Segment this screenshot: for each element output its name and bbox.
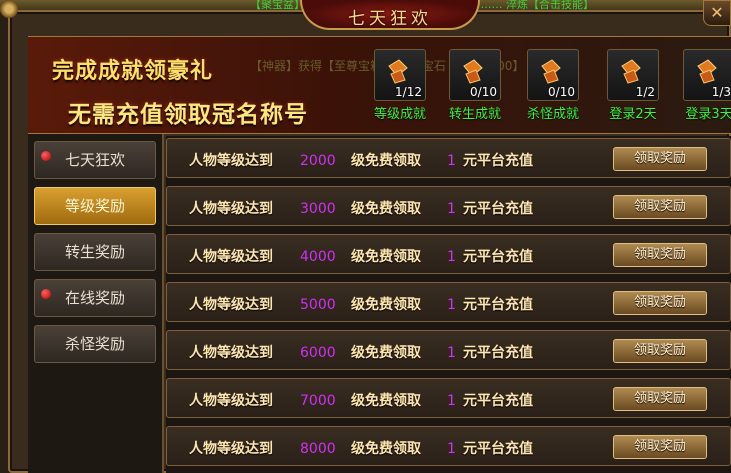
reward-row: 人物等级达到 4000 级免费领取 1 元平台充值 领取奖励 [166, 234, 731, 274]
reward-amount: 1 [447, 297, 456, 313]
close-icon: ✕ [710, 3, 724, 22]
close-button[interactable]: ✕ [703, 0, 731, 26]
reward-row: 人物等级达到 3000 级免费领取 1 元平台充值 领取奖励 [166, 186, 731, 226]
reward-suffix: 元平台充值 [463, 441, 533, 457]
achievement-label: 等级成就 [373, 107, 426, 122]
claim-reward-button[interactable]: 领取奖励 [613, 339, 707, 363]
notification-dot-icon [41, 151, 51, 161]
achievement-progress: 1/12 [395, 85, 422, 99]
achievement-slot[interactable]: 0/10 杀怪成就 [518, 49, 588, 122]
reward-suffix: 元平台充值 [463, 297, 533, 313]
reward-prefix: 人物等级达到 [189, 393, 273, 409]
reward-prefix: 人物等级达到 [189, 345, 273, 361]
reward-level: 3000 [300, 201, 336, 217]
claim-reward-button[interactable]: 领取奖励 [613, 243, 707, 267]
achievement-slot[interactable]: 0/10 转生成就 [440, 49, 510, 122]
achievement-progress: 0/10 [470, 85, 497, 99]
reward-prefix: 人物等级达到 [189, 153, 273, 169]
sidebar-tab[interactable]: 等级奖励 [34, 187, 156, 225]
sidebar-tab-label: 等级奖励 [64, 197, 125, 215]
claim-reward-button[interactable]: 领取奖励 [613, 387, 707, 411]
reward-row: 人物等级达到 2000 级免费领取 1 元平台充值 领取奖励 [166, 138, 731, 178]
achievement-label: 杀怪成就 [526, 107, 579, 122]
reward-row: 人物等级达到 5000 级免费领取 1 元平台充值 领取奖励 [166, 282, 731, 322]
achievement-label: 登录2天 [609, 107, 657, 122]
reward-suffix: 元平台充值 [463, 249, 533, 265]
reward-scroll-icon [463, 59, 483, 84]
achievement-label: 转生成就 [448, 107, 501, 122]
reward-suffix: 元平台充值 [463, 201, 533, 217]
reward-mid: 级免费领取 [351, 297, 421, 313]
reward-amount: 1 [447, 201, 456, 217]
reward-level: 5000 [300, 297, 336, 313]
reward-list: 人物等级达到 2000 级免费领取 1 元平台充值 领取奖励 人物等级达到 3000 级免费领取… [166, 136, 731, 473]
claim-reward-button[interactable]: 领取奖励 [613, 147, 707, 171]
reward-amount: 1 [447, 345, 456, 361]
banner-subheadline: 无需充值领取冠名称号 [68, 102, 308, 128]
reward-amount: 1 [447, 393, 456, 409]
sidebar-tab[interactable]: 转生奖励 [34, 233, 156, 271]
claim-reward-button[interactable]: 领取奖励 [613, 435, 707, 459]
reward-prefix: 人物等级达到 [189, 201, 273, 217]
reward-mid: 级免费领取 [351, 393, 421, 409]
achievement-progress: 1/2 [635, 85, 655, 99]
sidebar-tab-label: 转生奖励 [64, 243, 125, 261]
reward-scroll-icon [697, 59, 717, 84]
reward-prefix: 人物等级达到 [189, 297, 273, 313]
banner-headline: 完成成就领豪礼 [52, 59, 214, 84]
achievement-icon-box[interactable]: 1/3 [683, 49, 731, 101]
sidebar-tab-label: 在线奖励 [64, 289, 125, 307]
sidebar-tab[interactable]: 在线奖励 [34, 279, 156, 317]
sidebar-tab-label: 杀怪奖励 [64, 335, 125, 353]
notification-dot-icon [41, 289, 51, 299]
reward-suffix: 元平台充值 [463, 345, 533, 361]
claim-reward-button[interactable]: 领取奖励 [613, 291, 707, 315]
sidebar-tab[interactable]: 七天狂欢 [34, 141, 156, 179]
reward-mid: 级免费领取 [351, 153, 421, 169]
reward-prefix: 人物等级达到 [189, 249, 273, 265]
reward-mid: 级免费领取 [351, 441, 421, 457]
reward-scroll-icon [388, 59, 408, 84]
achievement-label: 登录3天 [685, 107, 731, 122]
achievement-icon-box[interactable]: 0/10 [449, 49, 501, 101]
reward-scroll-icon [541, 59, 561, 84]
reward-amount: 1 [447, 441, 456, 457]
reward-amount: 1 [447, 153, 456, 169]
reward-mid: 级免费领取 [351, 249, 421, 265]
achievement-slot[interactable]: 1/12 等级成就 [365, 49, 435, 122]
reward-prefix: 人物等级达到 [189, 441, 273, 457]
achievement-progress: 0/10 [548, 85, 575, 99]
reward-suffix: 元平台充值 [463, 393, 533, 409]
window-title: 七天狂欢 [348, 9, 432, 29]
reward-level: 6000 [300, 345, 336, 361]
reward-mid: 级免费领取 [351, 201, 421, 217]
reward-level: 7000 [300, 393, 336, 409]
sidebar-tab-label: 七天狂欢 [64, 151, 125, 169]
reward-level: 8000 [300, 441, 336, 457]
reward-level: 2000 [300, 153, 336, 169]
window-title-plate: 七天狂欢 [300, 0, 480, 30]
achievement-slot[interactable]: 1/3 登录3天 [674, 49, 731, 122]
achievement-icon-box[interactable]: 1/12 [374, 49, 426, 101]
sidebar: 七天狂欢等级奖励转生奖励在线奖励杀怪奖励 [28, 134, 164, 473]
achievement-slot[interactable]: 1/2 登录2天 [598, 49, 668, 122]
reward-level: 4000 [300, 249, 336, 265]
corner-ornament-icon [0, 0, 18, 18]
achievement-progress: 1/3 [711, 85, 731, 99]
reward-row: 人物等级达到 8000 级免费领取 1 元平台充值 领取奖励 [166, 426, 731, 466]
reward-row: 人物等级达到 6000 级免费领取 1 元平台充值 领取奖励 [166, 330, 731, 370]
reward-mid: 级免费领取 [351, 345, 421, 361]
achievement-icon-box[interactable]: 0/10 [527, 49, 579, 101]
reward-row: 人物等级达到 7000 级免费领取 1 元平台充值 领取奖励 [166, 378, 731, 418]
reward-scroll-icon [621, 59, 641, 84]
sidebar-tab[interactable]: 杀怪奖励 [34, 325, 156, 363]
achievement-icon-box[interactable]: 1/2 [607, 49, 659, 101]
achievement-banner: 【神器】获得【至尊宝箱】 精炼宝石【灵石7000】 完成成就领豪礼 无需充值领取… [28, 36, 731, 134]
reward-amount: 1 [447, 249, 456, 265]
reward-suffix: 元平台充值 [463, 153, 533, 169]
claim-reward-button[interactable]: 领取奖励 [613, 195, 707, 219]
